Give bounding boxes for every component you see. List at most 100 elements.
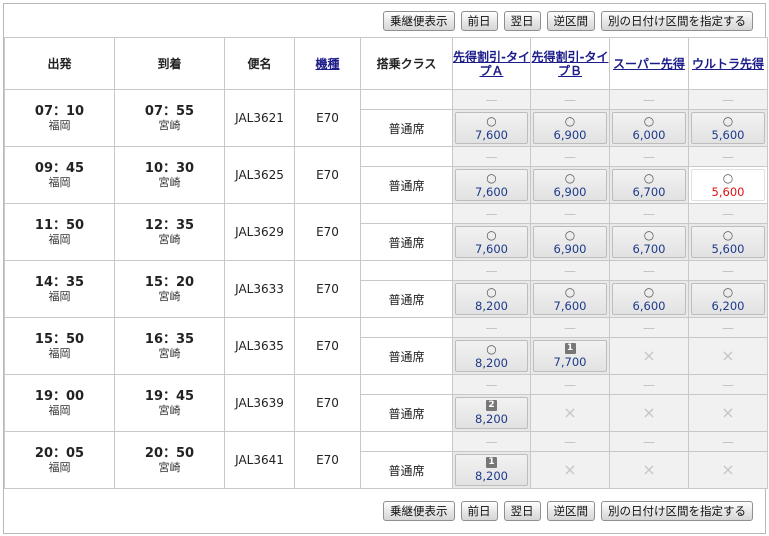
flight-row: 19：00 福岡 19：45 宮崎 JAL3639 E70— — — —: [4, 374, 768, 432]
fare-price: 8,200: [475, 412, 508, 426]
cabin-class: 普通席: [360, 280, 453, 318]
fare-upper-class-dash: —: [609, 203, 689, 224]
fare-option[interactable]: ○ 6,200: [688, 280, 768, 318]
fare-button[interactable]: ○ 6,900: [533, 226, 607, 258]
fare-upper-class-dash: —: [530, 317, 610, 338]
flight-number: JAL3639: [224, 374, 295, 432]
fare-option[interactable]: ○ 6,600: [609, 280, 689, 318]
specify-other-date-route-button[interactable]: 別の日付け区間を指定する: [601, 10, 753, 31]
departure-cell: 19：00 福岡: [4, 374, 115, 432]
departure-airport: 福岡: [48, 461, 71, 474]
fare-button[interactable]: 2 8,200: [455, 397, 528, 429]
fare-button[interactable]: ○ 5,600: [691, 112, 765, 144]
fare-button[interactable]: 1 7,700: [533, 340, 607, 372]
fare-button[interactable]: ○ 5,600: [691, 169, 765, 201]
fare-option[interactable]: ○ 8,200: [452, 280, 531, 318]
fare-option[interactable]: 1 7,700: [530, 337, 610, 375]
departure-airport: 福岡: [48, 119, 71, 132]
cabin-class: 普通席: [360, 394, 453, 432]
specify-other-date-route-button-bottom[interactable]: 別の日付け区間を指定する: [601, 500, 753, 521]
fare-type-a-link[interactable]: 先得割引-タイプＡ: [453, 50, 530, 78]
flight-row: 14：35 福岡 15：20 宮崎 JAL3633 E70— — — —: [4, 260, 768, 318]
aircraft-type: E70: [294, 146, 361, 204]
reverse-route-button[interactable]: 逆区間: [546, 10, 595, 31]
fare-option[interactable]: ○ 6,700: [609, 223, 689, 261]
flight-row: 07：10 福岡 07：55 宮崎 JAL3621 E70— — — —: [4, 89, 768, 147]
fare-button[interactable]: ○ 6,200: [691, 283, 765, 315]
flight-row: 15：50 福岡 16：35 宮崎 JAL3635 E70— — — —: [4, 317, 768, 375]
fare-option[interactable]: ○ 6,700: [609, 166, 689, 204]
aircraft-link[interactable]: 機種: [295, 57, 360, 71]
fare-button[interactable]: ○ 6,000: [612, 112, 686, 144]
departure-cell: 07：10 福岡: [4, 89, 115, 147]
reverse-route-button-bottom[interactable]: 逆区間: [546, 500, 595, 521]
arrival-airport: 宮崎: [158, 404, 181, 417]
fare-option[interactable]: ○ 7,600: [452, 109, 531, 147]
fare-option[interactable]: ○ 6,900: [530, 223, 610, 261]
cabin-class-blank: [360, 431, 453, 452]
cabin-class-blank: [360, 317, 453, 338]
fare-upper-class-dash: —: [688, 260, 768, 281]
fare-button[interactable]: ○ 7,600: [455, 112, 528, 144]
flight-row: 09：45 福岡 10：30 宮崎 JAL3625 E70— — — —: [4, 146, 768, 204]
fare-button[interactable]: ○ 7,600: [533, 283, 607, 315]
next-day-button[interactable]: 翌日: [503, 10, 541, 31]
fare-button[interactable]: ○ 5,600: [691, 226, 765, 258]
arrival-time: 16：35: [144, 332, 195, 347]
available-icon: ○: [564, 171, 576, 185]
available-icon: ○: [486, 114, 497, 128]
fare-option[interactable]: ○ 6,900: [530, 166, 610, 204]
fare-price: 6,900: [553, 128, 587, 142]
available-icon: ○: [486, 342, 497, 356]
fare-upper-class-dash: —: [530, 203, 610, 224]
fare-upper-class-dash: —: [609, 89, 689, 110]
fare-option[interactable]: ○ 7,600: [530, 280, 610, 318]
fare-upper-class-dash: —: [452, 203, 531, 224]
next-day-button-bottom[interactable]: 翌日: [503, 500, 541, 521]
fare-unavailable: ×: [688, 451, 768, 489]
fare-option[interactable]: 1 8,200: [452, 451, 531, 489]
arrival-time: 15：20: [144, 275, 195, 290]
fare-button[interactable]: 1 8,200: [455, 454, 528, 486]
fare-upper-class-dash: —: [688, 431, 768, 452]
show-connecting-flights-button[interactable]: 乗継便表示: [383, 10, 455, 31]
fare-option[interactable]: ○ 6,000: [609, 109, 689, 147]
fare-option[interactable]: 2 8,200: [452, 394, 531, 432]
fare-button[interactable]: ○ 6,600: [612, 283, 686, 315]
available-icon: ○: [643, 285, 655, 299]
arrival-time: 20：50: [144, 446, 195, 461]
arrival-cell: 15：20 宮崎: [114, 260, 225, 318]
fare-price: 6,700: [632, 242, 666, 256]
fare-button[interactable]: ○ 7,600: [455, 226, 528, 258]
fare-option[interactable]: ○ 8,200: [452, 337, 531, 375]
fare-option[interactable]: ○ 7,600: [452, 166, 531, 204]
fare-price: 8,200: [475, 356, 508, 370]
fare-button[interactable]: ○ 6,700: [612, 169, 686, 201]
previous-day-button[interactable]: 前日: [460, 10, 498, 31]
fare-type-b-link[interactable]: 先得割引-タイプＢ: [531, 50, 609, 78]
fare-upper-class-dash: —: [530, 260, 610, 281]
fare-unavailable: ×: [688, 394, 768, 432]
fare-option[interactable]: ○ 5,600: [688, 109, 768, 147]
fare-button[interactable]: ○ 6,900: [533, 169, 607, 201]
fare-option[interactable]: ○ 7,600: [452, 223, 531, 261]
arrival-time: 19：45: [144, 389, 195, 404]
cabin-class: 普通席: [360, 109, 453, 147]
available-icon: ○: [722, 285, 734, 299]
ultra-sakitoku-link[interactable]: ウルトラ先得: [689, 57, 767, 71]
fare-button[interactable]: ○ 7,600: [455, 169, 528, 201]
fare-button[interactable]: ○ 6,900: [533, 112, 607, 144]
fare-button[interactable]: ○ 8,200: [455, 340, 528, 372]
show-connecting-flights-button-bottom[interactable]: 乗継便表示: [383, 500, 455, 521]
super-sakitoku-link[interactable]: スーパー先得: [610, 57, 688, 71]
fare-button[interactable]: ○ 6,700: [612, 226, 686, 258]
fare-button[interactable]: ○ 8,200: [455, 283, 528, 315]
cabin-class: 普通席: [360, 166, 453, 204]
previous-day-button-bottom[interactable]: 前日: [460, 500, 498, 521]
available-icon: ○: [564, 114, 576, 128]
aircraft-type: E70: [294, 89, 361, 147]
fare-option[interactable]: ○ 6,900: [530, 109, 610, 147]
fare-option[interactable]: ○ 5,600: [688, 166, 768, 204]
header-ultra-sakitoku: ウルトラ先得: [688, 37, 768, 90]
fare-option[interactable]: ○ 5,600: [688, 223, 768, 261]
